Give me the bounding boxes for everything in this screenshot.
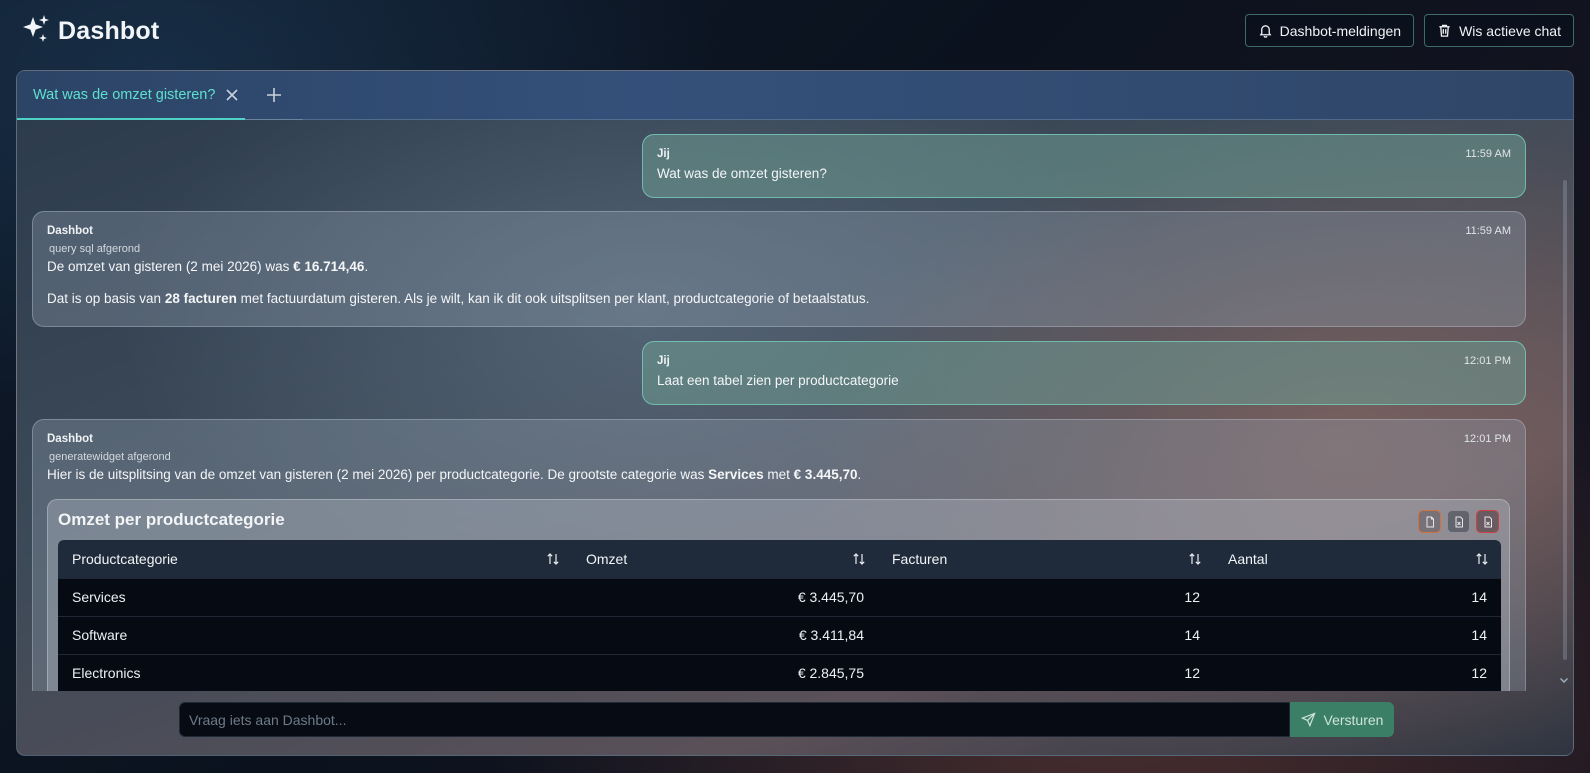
send-icon [1300,712,1316,727]
data-table: Productcategorie Omzet Facturen Aantal S… [58,540,1501,691]
message-author: Dashbot [47,225,93,237]
export-csv-button[interactable] [1447,510,1470,533]
message-list[interactable]: Jij 11:59 AM Wat was de omzet gisteren? … [17,120,1573,691]
table-cell: 14 [1214,577,1501,616]
new-tab-button[interactable] [245,71,303,120]
send-button[interactable]: Versturen [1290,702,1394,737]
clear-chat-label: Wis actieve chat [1459,22,1561,39]
close-icon[interactable] [223,86,241,104]
tool-status: generatewidget afgerond [49,451,171,463]
table-cell: 12 [878,577,1214,616]
export-pdf-button[interactable] [1418,510,1441,533]
column-header[interactable]: Facturen [878,540,1214,578]
bot-message: Dashbot 12:01 PM generatewidget afgerond… [32,419,1526,691]
message-time: 12:01 PM [1463,433,1511,445]
message-text: Wat was de omzet gisteren? [657,166,827,181]
file-csv-icon [1455,516,1463,527]
table-cell: Electronics [58,653,572,691]
user-message: Jij 11:59 AM Wat was de omzet gisteren? [642,134,1526,198]
sort-icon[interactable] [546,552,560,566]
sort-icon[interactable] [852,552,866,566]
table-cell: 12 [1214,653,1501,691]
app-title: Dashbot [58,16,160,45]
message-author: Jij [657,355,670,367]
user-message: Jij 12:01 PM Laat een tabel zien per pro… [642,341,1526,405]
message-time: 11:59 AM [1465,148,1511,160]
message-author: Jij [657,148,670,160]
tab-active-chat[interactable]: Wat was de omzet gisteren? [17,71,245,120]
table-widget: Omzet per productcategorie Productcatego… [47,499,1510,691]
column-header[interactable]: Productcategorie [58,540,572,578]
tab-bar: Wat was de omzet gisteren? [17,71,1573,120]
table-row: Services € 3.445,70 12 14 [58,577,1501,616]
table-cell: € 3.411,84 [572,615,878,654]
sparkles-icon [20,13,52,50]
message-paragraph: De omzet van gisteren (2 mei 2026) was €… [47,259,369,274]
table-cell: Software [58,615,572,654]
message-time: 11:59 AM [1465,225,1511,237]
table-header-row: Productcategorie Omzet Facturen Aantal [58,540,1501,578]
column-header[interactable]: Omzet [572,540,878,578]
table-cell: € 2.845,75 [572,653,878,691]
app-header: Dashbot Dashbot-meldingen Wis actieve ch… [0,0,1590,64]
table-cell: Services [58,577,572,616]
message-text: Laat een tabel zien per productcategorie [657,373,899,388]
chat-composer: Versturen [179,702,1394,737]
table-cell: 14 [878,615,1214,654]
message-paragraph: Dat is op basis van 28 facturen met fact… [47,291,870,306]
scrollbar[interactable] [1563,180,1567,660]
export-excel-button[interactable] [1476,510,1499,533]
message-time: 12:01 PM [1463,355,1511,367]
table-row: Software € 3.411,84 14 14 [58,615,1501,654]
sort-icon[interactable] [1475,552,1489,566]
table-cell: 14 [1214,615,1501,654]
notifications-label: Dashbot-meldingen [1279,22,1402,39]
chat-input[interactable] [179,702,1290,737]
file-excel-icon [1484,516,1492,527]
export-buttons [1418,510,1499,533]
message-paragraph: Hier is de uitsplitsing van de omzet van… [47,467,862,482]
trash-icon [1439,24,1450,37]
plus-icon [267,88,281,102]
table-cell: € 3.445,70 [572,577,878,616]
widget-title: Omzet per productcategorie [58,510,285,529]
tool-status: query sql afgerond [49,243,141,255]
table-cell: 12 [878,653,1214,691]
sort-icon[interactable] [1188,552,1202,566]
table-row: Electronics € 2.845,75 12 12 [58,653,1501,691]
clear-chat-button[interactable]: Wis actieve chat [1424,14,1574,47]
message-author: Dashbot [47,433,93,445]
tab-label: Wat was de omzet gisteren? [33,86,216,103]
notifications-button[interactable]: Dashbot-meldingen [1244,14,1415,47]
brand: Dashbot [20,14,159,48]
chat-panel: Wat was de omzet gisteren? Jij 11:59 AM … [16,70,1574,756]
column-header[interactable]: Aantal [1214,540,1501,578]
send-label: Versturen [1323,711,1384,728]
file-pdf-icon [1426,516,1434,527]
chevron-down-icon[interactable] [1559,675,1569,685]
bot-message: Dashbot 11:59 AM query sql afgerond De o… [32,211,1526,327]
bell-icon [1259,25,1272,38]
